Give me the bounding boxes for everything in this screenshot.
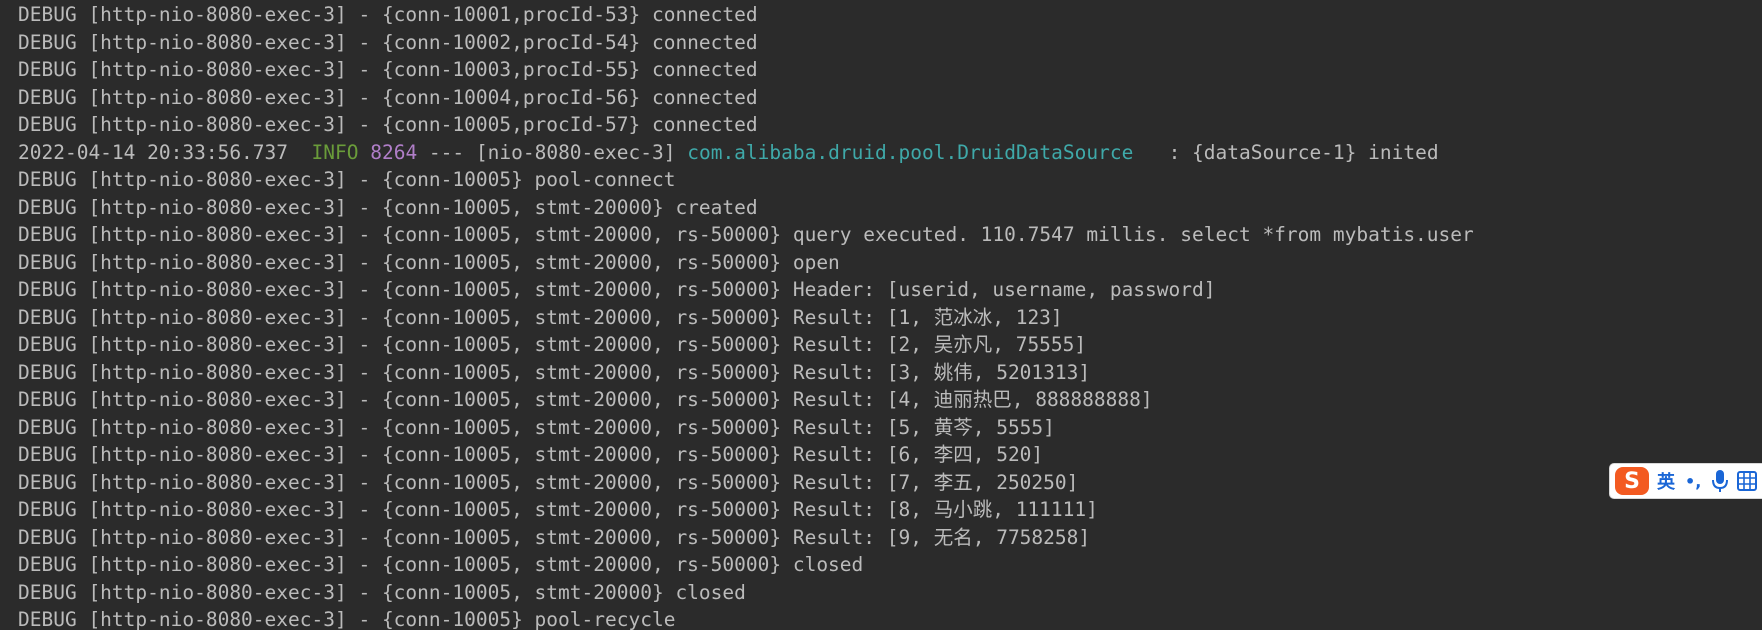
log-line: DEBUG [http-nio-8080-exec-3] - {conn-100… [18,304,1063,331]
log-text: DEBUG [http-nio-8080-exec-3] - {conn-100… [18,85,758,109]
log-text: : {dataSource-1} inited [1133,140,1439,164]
grid-icon[interactable] [1737,471,1758,491]
log-text: DEBUG [http-nio-8080-exec-3] - {conn-100… [18,608,676,630]
log-line: DEBUG [http-nio-8080-exec-3] - {conn-100… [18,111,758,138]
log-text: DEBUG [http-nio-8080-exec-3] - {conn-100… [18,470,1079,494]
log-line: DEBUG [http-nio-8080-exec-3] - {conn-100… [18,551,863,578]
log-line: DEBUG [http-nio-8080-exec-3] - {conn-100… [18,524,1090,551]
console-output[interactable]: DEBUG [http-nio-8080-exec-3] - {conn-100… [0,0,1762,630]
log-line: DEBUG [http-nio-8080-exec-3] - {conn-100… [18,579,746,606]
log-text: DEBUG [http-nio-8080-exec-3] - {conn-100… [18,443,1044,466]
ime-punctuation-toggle[interactable]: •, [1685,472,1701,491]
log-text: 2022-04-14 20:33:56.737 [18,140,312,164]
log-text: DEBUG [http-nio-8080-exec-3] - {conn-100… [18,30,758,54]
log-line: DEBUG [http-nio-8080-exec-3] - {conn-100… [18,441,1043,468]
log-text: DEBUG [http-nio-8080-exec-3] - {conn-100… [18,415,1055,439]
log-text: DEBUG [http-nio-8080-exec-3] - {conn-100… [18,278,1216,301]
log-text: DEBUG [http-nio-8080-exec-3] - {conn-100… [18,525,1091,549]
log-line: 2022-04-14 20:33:56.737 INFO 8264 --- [n… [18,139,1439,166]
log-line: DEBUG [http-nio-8080-exec-3] - {conn-100… [18,29,758,56]
ime-toolbar[interactable]: S 英 •, [1609,463,1762,499]
log-line: DEBUG [http-nio-8080-exec-3] - {conn-100… [18,414,1055,441]
log-text: DEBUG [http-nio-8080-exec-3] - {conn-100… [18,195,758,219]
log-line: DEBUG [http-nio-8080-exec-3] - {conn-100… [18,469,1078,496]
log-text: DEBUG [http-nio-8080-exec-3] - {conn-100… [18,360,1091,384]
log-line: DEBUG [http-nio-8080-exec-3] - {conn-100… [18,249,840,276]
microphone-icon[interactable] [1711,469,1729,493]
log-text: DEBUG [http-nio-8080-exec-3] - {conn-100… [18,553,864,576]
sogou-logo-icon[interactable]: S [1615,467,1649,495]
log-line: DEBUG [http-nio-8080-exec-3] - {conn-100… [18,386,1153,413]
log-text: DEBUG [http-nio-8080-exec-3] - {conn-100… [18,58,758,81]
log-text: DEBUG [http-nio-8080-exec-3] - {conn-100… [18,113,758,136]
ime-language-toggle[interactable]: 英 [1657,468,1675,494]
log-text: DEBUG [http-nio-8080-exec-3] - {conn-100… [18,333,1087,356]
log-text: DEBUG [http-nio-8080-exec-3] - {conn-100… [18,3,758,26]
log-line: DEBUG [http-nio-8080-exec-3] - {conn-100… [18,1,758,28]
logger-name: com.alibaba.druid.pool.DruidDataSource [687,140,1134,164]
log-line: DEBUG [http-nio-8080-exec-3] - {conn-100… [18,606,675,630]
log-line: DEBUG [http-nio-8080-exec-3] - {conn-100… [18,166,675,193]
log-text: DEBUG [http-nio-8080-exec-3] - {conn-100… [18,305,1063,329]
log-line: DEBUG [http-nio-8080-exec-3] - {conn-100… [18,276,1215,303]
log-text: DEBUG [http-nio-8080-exec-3] - {conn-100… [18,223,1474,246]
log-line: DEBUG [http-nio-8080-exec-3] - {conn-100… [18,221,1474,248]
log-line: DEBUG [http-nio-8080-exec-3] - {conn-100… [18,359,1090,386]
log-text: --- [nio-8080-exec-3] [417,140,688,164]
log-line: DEBUG [http-nio-8080-exec-3] - {conn-100… [18,84,758,111]
log-line: DEBUG [http-nio-8080-exec-3] - {conn-100… [18,496,1098,523]
log-line: DEBUG [http-nio-8080-exec-3] - {conn-100… [18,56,758,83]
process-id: 8264 [370,140,418,164]
log-text: DEBUG [http-nio-8080-exec-3] - {conn-100… [18,250,840,274]
log-text: DEBUG [http-nio-8080-exec-3] - {conn-100… [18,168,676,191]
log-line: DEBUG [http-nio-8080-exec-3] - {conn-100… [18,331,1086,358]
log-line: DEBUG [http-nio-8080-exec-3] - {conn-100… [18,194,758,221]
log-text: DEBUG [http-nio-8080-exec-3] - {conn-100… [18,580,746,604]
log-text: DEBUG [http-nio-8080-exec-3] - {conn-100… [18,388,1153,411]
log-text: DEBUG [http-nio-8080-exec-3] - {conn-100… [18,498,1098,521]
log-level-info: INFO [311,140,359,164]
